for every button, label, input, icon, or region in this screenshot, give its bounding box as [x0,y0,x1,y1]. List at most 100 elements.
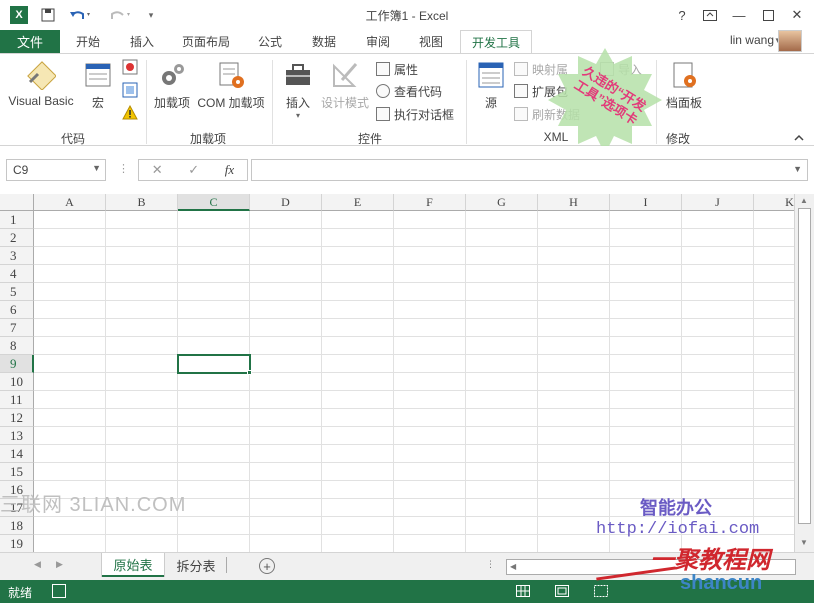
row-header[interactable]: 9 [0,355,34,373]
column-header[interactable]: C [178,194,250,211]
com-addins-button[interactable]: COM 加载项 [194,60,268,111]
run-dialog-button[interactable]: 执行对话框 [376,104,454,124]
column-header[interactable]: G [466,194,538,211]
grid-line [34,462,794,463]
refresh-data-button[interactable]: 刷新数据 [514,104,580,124]
row-header[interactable]: 15 [0,463,34,481]
column-header[interactable]: A [34,194,106,211]
active-cell[interactable] [177,354,251,374]
column-header[interactable]: D [250,194,322,211]
sheet-tab-split[interactable]: 拆分表 [166,553,226,577]
view-code-button[interactable]: 查看代码 [376,81,442,101]
grid-line [249,211,250,552]
help-button[interactable]: ? [671,6,693,24]
tab-data[interactable]: 数据 [302,30,346,53]
column-header[interactable]: K [754,194,794,211]
formula-input[interactable]: ▼ [251,159,808,181]
new-sheet-button[interactable]: + [259,558,275,574]
expansion-packs-button[interactable]: 扩展包 [514,81,568,101]
ribbon-display-options-icon[interactable] [699,6,721,24]
group-label-code: 代码 [60,132,85,146]
maximize-icon[interactable] [757,6,779,24]
enter-button[interactable]: ✓ [188,162,199,178]
macro-record-icon[interactable] [52,584,66,598]
page-layout-view-icon[interactable] [553,583,571,599]
design-mode-button[interactable]: 设计模式 [318,60,372,111]
worksheet-grid[interactable]: A B C D E F G H I J K 1 2 3 4 5 6 7 8 9 10 11 12 13 14 15 16 17 18 19 [0,194,794,552]
properties-button[interactable]: 属性 [376,59,418,79]
relative-references-icon[interactable] [122,82,138,98]
tab-home[interactable]: 开始 [66,30,110,53]
row-header[interactable]: 18 [0,517,34,535]
row-header[interactable]: 3 [0,247,34,265]
expand-formula-bar-icon[interactable]: ▼ [793,164,802,174]
close-button[interactable]: ✕ [786,6,808,24]
xml-source-button[interactable]: 源 [474,60,508,111]
name-box[interactable]: C9 ▼ [6,159,106,181]
document-panel-button[interactable]: 档面板 [662,60,706,111]
row-header[interactable]: 14 [0,445,34,463]
column-header[interactable]: F [394,194,466,211]
row-header[interactable]: 13 [0,427,34,445]
column-header[interactable]: B [106,194,178,211]
sheet-next-icon[interactable]: ▶ [56,559,63,570]
row-header[interactable]: 4 [0,265,34,283]
avatar[interactable] [778,30,802,52]
map-properties-button[interactable]: 映射属 [514,59,568,79]
row-header[interactable]: 5 [0,283,34,301]
status-bar: 就绪 [0,580,814,603]
scroll-thumb[interactable] [798,208,811,524]
row-header[interactable]: 2 [0,229,34,247]
formula-bar-grip-icon[interactable]: ⋮ [118,162,129,175]
record-macro-icon[interactable] [122,59,138,75]
import-label: 导入 [618,62,643,77]
scroll-down-icon[interactable]: ▼ [800,538,808,547]
scroll-up-icon[interactable]: ▲ [800,196,808,205]
row-header[interactable]: 10 [0,373,34,391]
visual-basic-button[interactable]: Visual Basic [6,60,76,108]
page-break-view-icon[interactable] [592,583,610,599]
minimize-button[interactable]: — [728,6,750,24]
sheet-prev-icon[interactable]: ◀ [34,559,41,570]
row-header[interactable]: 16 [0,481,34,499]
row-header[interactable]: 19 [0,535,34,552]
tab-split-grip-icon[interactable]: ⋮ [486,559,495,570]
normal-view-icon[interactable] [514,583,532,599]
select-all-button[interactable] [0,194,34,211]
fill-handle[interactable] [247,370,252,375]
row-header[interactable]: 6 [0,301,34,319]
row-header[interactable]: 7 [0,319,34,337]
cancel-entry-button[interactable]: ✕ [152,162,163,178]
column-header[interactable]: J [682,194,754,211]
horizontal-scrollbar[interactable]: ◀ [506,559,796,575]
column-header[interactable]: I [610,194,682,211]
name-box-dropdown-icon[interactable]: ▼ [92,163,101,173]
tab-developer[interactable]: 开发工具 [460,30,532,54]
tab-view[interactable]: 视图 [408,30,454,53]
row-header[interactable]: 12 [0,409,34,427]
import-button[interactable]: 导入 [600,59,642,79]
tab-formulas[interactable]: 公式 [248,30,292,53]
tab-review[interactable]: 审阅 [356,30,400,53]
status-ready: 就绪 [8,586,33,600]
row-header[interactable]: 17 [0,499,34,517]
row-header[interactable]: 8 [0,337,34,355]
macros-button[interactable]: 宏 [80,60,116,111]
tab-insert[interactable]: 插入 [120,30,164,53]
collapse-ribbon-icon[interactable] [794,132,804,144]
column-header[interactable]: H [538,194,610,211]
tab-file[interactable]: 文件 [0,30,60,53]
column-header[interactable]: E [322,194,394,211]
vertical-scrollbar[interactable]: ▲ ▼ [794,194,814,552]
macro-security-icon[interactable] [122,104,138,121]
row-header[interactable]: 11 [0,391,34,409]
insert-control-button[interactable]: 插入 ▾ [280,60,316,120]
tab-page-layout[interactable]: 页面布局 [174,30,238,53]
sheet-tab-original[interactable]: 原始表 [102,553,164,577]
addins-button[interactable]: 加载项 [150,60,194,111]
scroll-left-icon[interactable]: ◀ [510,562,516,571]
grid-line [393,211,394,552]
user-name[interactable]: lin wang [730,33,774,47]
insert-function-button[interactable]: fx [225,162,234,178]
row-header[interactable]: 1 [0,211,34,229]
